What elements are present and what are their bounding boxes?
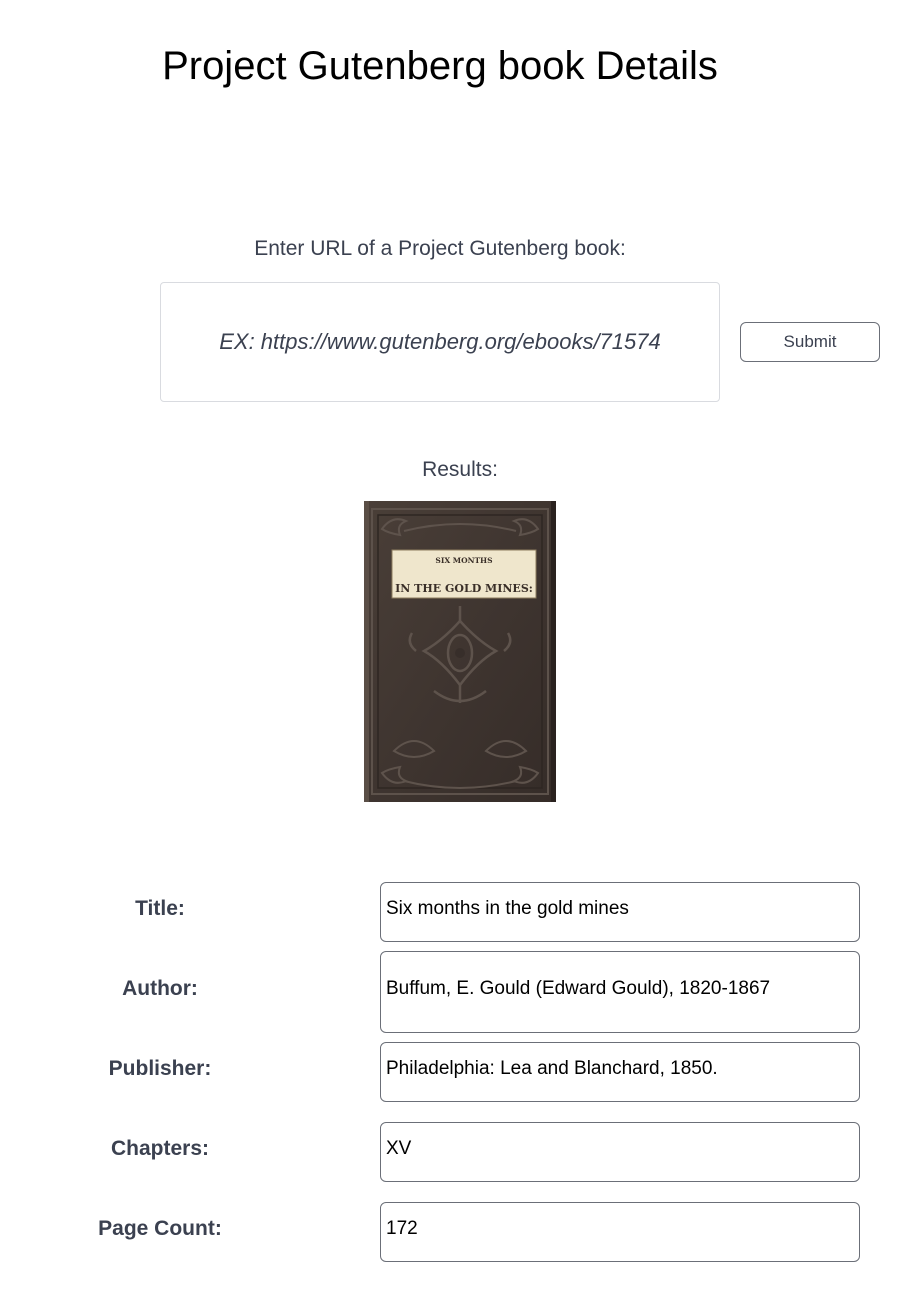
publisher-label: Publisher: — [108, 1057, 212, 1080]
chapters-label: Chapters: — [110, 1137, 210, 1160]
page-count-field[interactable]: 172 — [380, 1202, 860, 1262]
page-title: Project Gutenberg book Details — [162, 44, 718, 88]
url-input[interactable] — [160, 282, 720, 402]
results-label: Results: — [422, 458, 498, 481]
url-input-label: Enter URL of a Project Gutenberg book: — [254, 237, 626, 260]
cover-title-line2: IN THE GOLD MINES: — [395, 582, 533, 595]
author-field[interactable]: Buffum, E. Gould (Edward Gould), 1820-18… — [380, 951, 860, 1033]
submit-button[interactable]: Submit — [740, 322, 880, 362]
chapters-field[interactable]: XV — [380, 1122, 860, 1182]
page-count-label: Page Count: — [98, 1217, 222, 1240]
cover-title-line1: SIX MONTHS — [435, 556, 492, 565]
title-field[interactable]: Six months in the gold mines — [380, 882, 860, 942]
publisher-field[interactable]: Philadelphia: Lea and Blanchard, 1850. — [380, 1042, 860, 1102]
author-label: Author: — [122, 977, 198, 1000]
title-label: Title: — [135, 897, 185, 920]
book-cover-image: SIX MONTHS IN THE GOLD MINES: — [364, 501, 556, 802]
